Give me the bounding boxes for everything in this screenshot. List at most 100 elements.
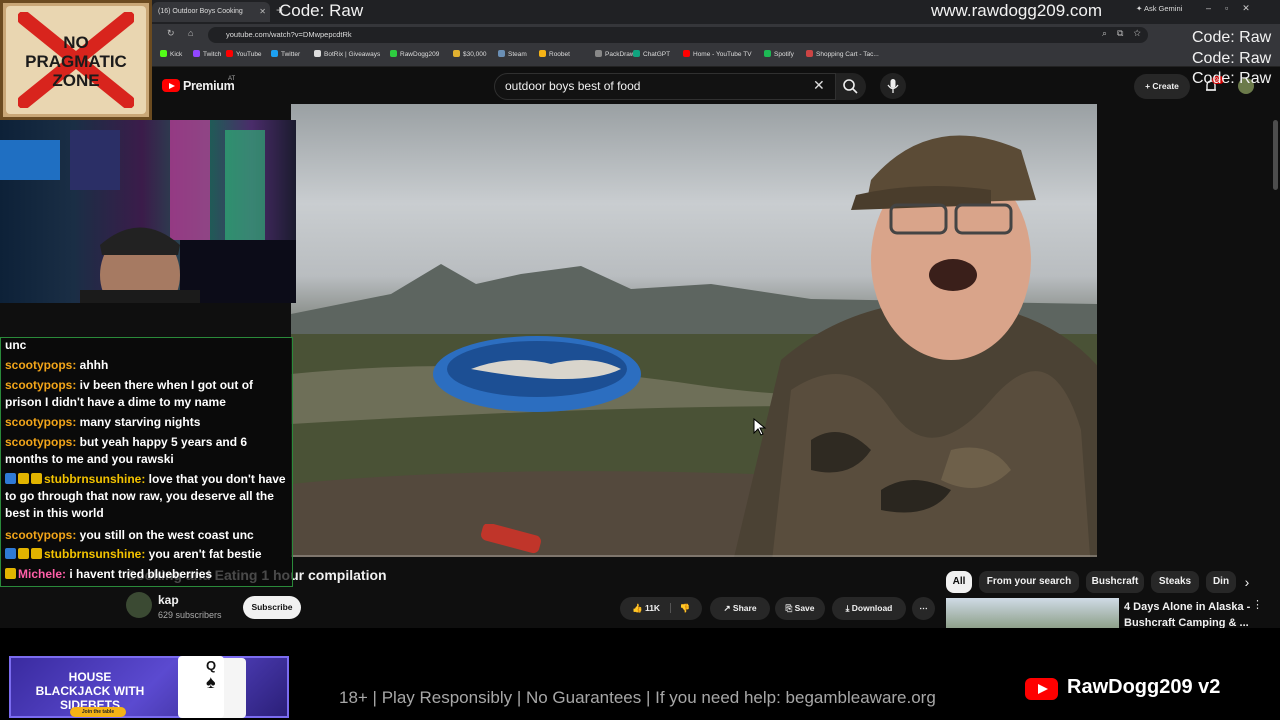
streamer-website: www.rawdogg209.com: [931, 1, 1103, 20]
bookmark-item[interactable]: PackDraw: [595, 50, 635, 58]
microphone-icon: [887, 79, 899, 93]
bookmark-favicon-icon: [633, 50, 640, 57]
promo-code-stack: Code: Raw Code: Raw Code: Raw: [1192, 28, 1271, 90]
chip-dinner[interactable]: Din: [1206, 571, 1236, 593]
man-in-camo-jacket: [734, 135, 1097, 557]
save-button[interactable]: ⎘ Save: [775, 597, 825, 620]
chat-badge-icon: [18, 548, 29, 559]
share-button[interactable]: ↗ Share: [710, 597, 770, 620]
promo-title: HOUSE BLACKJACK WITH SIDEBETS: [35, 670, 145, 712]
logo-text: NO PRAGMATIC ZONE: [25, 33, 127, 90]
chat-username: scootypops:: [5, 435, 77, 449]
recommended-more-icon[interactable]: ⋮: [1252, 598, 1263, 611]
video-player[interactable]: [291, 104, 1097, 557]
card-rank: Q: [206, 658, 217, 673]
chip-from-your-search[interactable]: From your search: [979, 571, 1079, 593]
bookmark-favicon-icon: [226, 50, 233, 57]
youtube-logo-icon[interactable]: [162, 79, 180, 92]
bookmark-label: Steam: [508, 51, 527, 58]
spade-icon: ♠: [206, 672, 216, 692]
reload-icon[interactable]: ↻: [167, 28, 175, 39]
window-controls[interactable]: –▫✕: [1206, 3, 1264, 14]
bookmark-item[interactable]: RawDogg209: [390, 50, 439, 58]
bookmark-item[interactable]: BotRix | Giveaways: [314, 50, 380, 58]
more-actions-icon[interactable]: ⋯: [912, 597, 935, 620]
bookmark-item[interactable]: Home - YouTube TV: [683, 50, 752, 58]
subscribe-button[interactable]: Subscribe: [243, 596, 301, 619]
ask-gemini-label: Ask Gemini: [1143, 4, 1183, 13]
chat-text: i havent tried blueberries: [66, 567, 213, 581]
search-button[interactable]: [836, 73, 866, 100]
bookmark-favicon-icon: [764, 50, 771, 57]
bookmark-item[interactable]: $30,000: [453, 50, 487, 58]
streamer-webcam: [0, 120, 296, 303]
sidebar-area: [1097, 104, 1272, 557]
scrollbar-thumb[interactable]: [1273, 120, 1278, 190]
create-button[interactable]: + Create: [1134, 74, 1190, 99]
home-icon[interactable]: ⌂: [188, 28, 193, 38]
chat-username: stubbrnsunshine:: [44, 547, 146, 561]
recommended-video-title[interactable]: 4 Days Alone in Alaska - Bushcraft Campi…: [1124, 599, 1259, 631]
bookmark-label: YouTube: [236, 51, 262, 58]
bookmark-label: Twitter: [281, 51, 301, 58]
address-bar-icons[interactable]: ⌕⧉☆: [1102, 28, 1151, 39]
chat-text: unc: [5, 338, 27, 352]
chat-username: scootypops:: [5, 378, 77, 392]
bookmark-item[interactable]: Spotify: [764, 50, 794, 58]
like-dislike-group[interactable]: 👍 11K 👎: [620, 597, 702, 620]
chat-badge-icon: [5, 473, 16, 484]
recommended-video-thumbnail[interactable]: [946, 598, 1119, 628]
chevron-right-icon[interactable]: ›: [1236, 571, 1258, 593]
bookmark-item[interactable]: Twitch: [193, 50, 221, 58]
bookmark-label: PackDraw: [605, 51, 635, 58]
bookmark-label: BotRix | Giveaways: [324, 51, 381, 58]
chat-badge-icon: [31, 473, 42, 484]
bookmark-favicon-icon: [314, 50, 321, 57]
thumbs-down-icon[interactable]: 👎: [670, 603, 691, 613]
chat-username: scootypops:: [5, 415, 77, 429]
chat-badge-icon: [18, 473, 29, 484]
search-icon: [843, 79, 858, 94]
bookmark-favicon-icon: [806, 50, 813, 57]
chat-badge-icon: [31, 548, 42, 559]
chat-message: scootypops: iv been there when I got out…: [5, 377, 291, 411]
webcam-scene: [0, 120, 296, 303]
chat-username: scootypops:: [5, 528, 77, 542]
chip-all[interactable]: All: [946, 571, 972, 593]
bookmark-item[interactable]: ChatGPT: [633, 50, 670, 58]
thumbs-up-icon[interactable]: 👍: [632, 603, 643, 613]
video-progress-bar[interactable]: [291, 555, 1097, 557]
chat-message: scootypops: you still on the west coast …: [5, 527, 291, 544]
chip-bushcraft[interactable]: Bushcraft: [1086, 571, 1144, 593]
clear-search-icon[interactable]: ✕: [813, 77, 825, 94]
promo-code-line: Code: Raw: [1192, 29, 1272, 46]
bookmark-item[interactable]: YouTube: [226, 50, 262, 58]
ask-gemini-button[interactable]: ✦ Ask Gemini: [1136, 4, 1182, 13]
channel-name[interactable]: kap: [158, 593, 179, 607]
channel-avatar[interactable]: [126, 592, 152, 618]
bookmark-label: RawDogg209: [400, 51, 440, 58]
address-bar[interactable]: youtube.com/watch?v=DMwpepcdtRk: [208, 27, 1148, 43]
bookmark-item[interactable]: Shopping Cart - Tac...: [806, 50, 879, 58]
browser-tab[interactable]: (16) Outdoor Boys Cooking ✕: [152, 2, 270, 22]
bookmark-item[interactable]: Roobet: [539, 50, 570, 58]
close-tab-icon[interactable]: ✕: [259, 2, 266, 22]
bookmark-item[interactable]: Steam: [498, 50, 527, 58]
voice-search-button[interactable]: [880, 73, 906, 99]
youtube-premium-label[interactable]: Premium: [183, 79, 235, 93]
blue-plate-with-fish: [433, 336, 641, 412]
chip-steaks[interactable]: Steaks: [1151, 571, 1199, 593]
create-label: Create: [1152, 81, 1179, 91]
bookmark-label: $30,000: [463, 51, 487, 58]
bookmark-label: ChatGPT: [643, 51, 671, 58]
chat-message: stubbrnsunshine: love that you don't hav…: [5, 471, 291, 522]
chat-message: unc: [5, 337, 291, 354]
download-button[interactable]: ⤓ Download: [832, 597, 906, 620]
bookmark-favicon-icon: [193, 50, 200, 57]
bookmark-favicon-icon: [160, 50, 167, 57]
bookmark-item[interactable]: Kick: [160, 50, 182, 58]
promo-code-top: Code: Raw: [279, 1, 364, 20]
chat-username: stubbrnsunshine:: [44, 472, 146, 486]
mouse-cursor-icon: [753, 418, 767, 436]
bookmark-item[interactable]: Twitter: [271, 50, 300, 58]
